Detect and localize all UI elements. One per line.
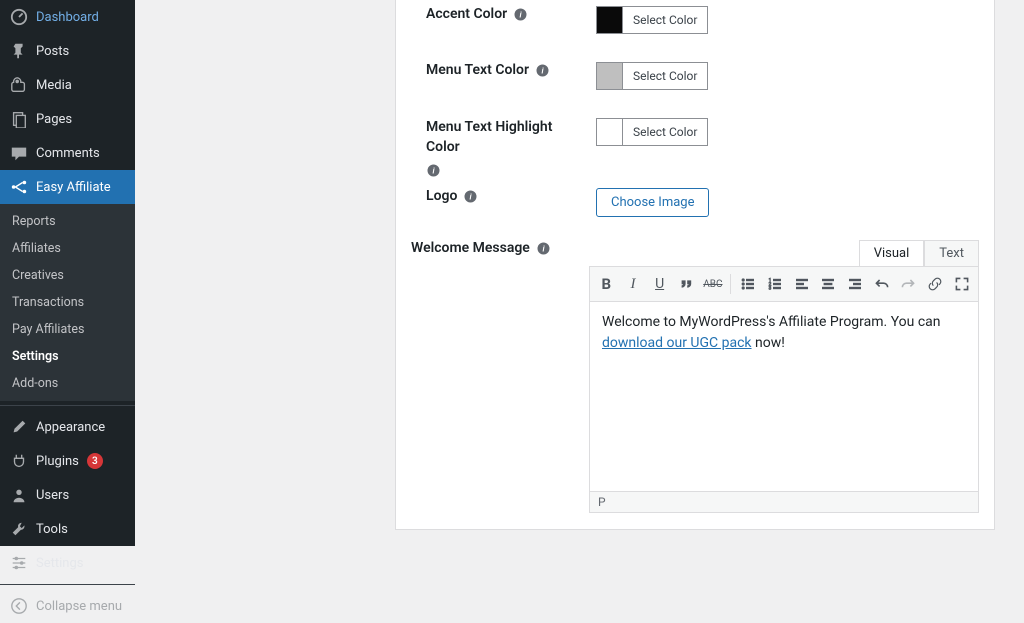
- welcome-message-label: Welcome Message i: [411, 240, 589, 256]
- svg-text:3: 3: [769, 286, 772, 292]
- sidebar-separator: [0, 584, 135, 585]
- menu-text-color-swatch: [597, 63, 623, 89]
- sidebar-sub-settings[interactable]: Settings: [0, 343, 135, 370]
- dashboard-icon: [10, 8, 28, 26]
- sliders-icon: [10, 554, 28, 572]
- media-icon: [10, 76, 28, 94]
- select-color-button[interactable]: Select Color: [623, 7, 707, 33]
- brush-icon: [10, 418, 28, 436]
- fullscreen-button[interactable]: [949, 271, 974, 297]
- label-text: Accent Color: [426, 6, 507, 22]
- sidebar-item-tools[interactable]: Tools: [0, 512, 135, 546]
- strikethrough-button[interactable]: ABC: [701, 271, 726, 297]
- editor-content[interactable]: Welcome to MyWordPress's Affiliate Progr…: [589, 302, 979, 492]
- bullet-list-button[interactable]: [736, 271, 761, 297]
- sidebar-sub-affiliates[interactable]: Affiliates: [0, 235, 135, 262]
- menu-text-highlight-color-label: Menu Text Highlight Color i: [426, 118, 596, 178]
- info-icon[interactable]: i: [535, 63, 550, 78]
- collapse-icon: [10, 597, 28, 615]
- sidebar-item-label: Dashboard: [36, 10, 99, 25]
- align-left-button[interactable]: [789, 271, 814, 297]
- editor-text: Welcome to MyWordPress's Affiliate Progr…: [602, 314, 941, 330]
- sidebar-item-dashboard[interactable]: Dashboard: [0, 0, 135, 34]
- editor-toolbar: B I U ABC 123: [589, 266, 979, 302]
- editor-text: now!: [752, 335, 785, 351]
- menu-text-highlight-color-swatch: [597, 119, 623, 145]
- label-text: Logo: [426, 188, 457, 204]
- settings-panel: Accent Color i Select Color Menu Text Co…: [395, 0, 995, 530]
- editor-link[interactable]: download our UGC pack: [602, 335, 752, 351]
- sidebar-item-settings[interactable]: Settings: [0, 546, 135, 580]
- sidebar-sub-creatives[interactable]: Creatives: [0, 262, 135, 289]
- underline-button[interactable]: U: [647, 271, 672, 297]
- bold-button[interactable]: B: [594, 271, 619, 297]
- info-icon[interactable]: i: [513, 7, 528, 22]
- link-button[interactable]: [923, 271, 948, 297]
- label-text: Menu Text Highlight Color: [426, 118, 576, 157]
- sidebar-item-label: Tools: [36, 522, 68, 537]
- user-icon: [10, 486, 28, 504]
- wrench-icon: [10, 520, 28, 538]
- plug-icon: [10, 452, 28, 470]
- accent-color-swatch: [597, 7, 623, 33]
- sidebar-item-label: Pages: [36, 112, 72, 127]
- sidebar-sub-pay-affiliates[interactable]: Pay Affiliates: [0, 316, 135, 343]
- menu-text-highlight-color-picker[interactable]: Select Color: [596, 118, 708, 146]
- pin-icon: [10, 42, 28, 60]
- sidebar-sub-addons[interactable]: Add-ons: [0, 370, 135, 397]
- toolbar-separator: [730, 274, 731, 294]
- sidebar-item-users[interactable]: Users: [0, 478, 135, 512]
- select-color-button[interactable]: Select Color: [623, 63, 707, 89]
- undo-button[interactable]: [869, 271, 894, 297]
- align-right-button[interactable]: [843, 271, 868, 297]
- sidebar-item-label: Users: [36, 488, 69, 503]
- sidebar-item-label: Settings: [36, 556, 83, 571]
- comment-icon: [10, 144, 28, 162]
- tab-text[interactable]: Text: [924, 240, 979, 266]
- choose-image-button[interactable]: Choose Image: [596, 188, 709, 217]
- select-color-button[interactable]: Select Color: [623, 119, 707, 145]
- sidebar-submenu: Reports Affiliates Creatives Transaction…: [0, 204, 135, 401]
- sidebar-item-label: Comments: [36, 146, 100, 161]
- accent-color-picker[interactable]: Select Color: [596, 6, 708, 34]
- sidebar-item-label: Easy Affiliate: [36, 180, 111, 195]
- sidebar-item-label: Appearance: [36, 420, 105, 435]
- sidebar-item-media[interactable]: Media: [0, 68, 135, 102]
- affiliate-icon: [10, 178, 28, 196]
- accent-color-label: Accent Color i: [426, 6, 596, 22]
- sidebar-sub-transactions[interactable]: Transactions: [0, 289, 135, 316]
- sidebar-item-label: Media: [36, 78, 72, 93]
- sidebar-item-label: Plugins: [36, 454, 79, 469]
- align-center-button[interactable]: [816, 271, 841, 297]
- sidebar-sub-reports[interactable]: Reports: [0, 208, 135, 235]
- sidebar-item-easy-affiliate[interactable]: Easy Affiliate: [0, 170, 135, 204]
- sidebar-item-label: Posts: [36, 44, 69, 59]
- numbered-list-button[interactable]: 123: [763, 271, 788, 297]
- sidebar-item-plugins[interactable]: Plugins 3: [0, 444, 135, 478]
- menu-text-color-picker[interactable]: Select Color: [596, 62, 708, 90]
- info-icon[interactable]: i: [463, 189, 478, 204]
- label-text: Welcome Message: [411, 240, 530, 256]
- editor-tabs: Visual Text: [589, 240, 979, 266]
- tab-visual[interactable]: Visual: [859, 240, 925, 266]
- pages-icon: [10, 110, 28, 128]
- sidebar-item-appearance[interactable]: Appearance: [0, 410, 135, 444]
- label-text: Menu Text Color: [426, 62, 529, 78]
- logo-label: Logo i: [426, 188, 596, 204]
- menu-text-color-label: Menu Text Color i: [426, 62, 596, 78]
- sidebar-separator: [0, 405, 135, 406]
- admin-sidebar: Dashboard Posts Media Pages Comments Eas…: [0, 0, 135, 546]
- sidebar-item-pages[interactable]: Pages: [0, 102, 135, 136]
- plugins-update-badge: 3: [87, 453, 103, 469]
- sidebar-collapse[interactable]: Collapse menu: [0, 589, 135, 623]
- info-icon[interactable]: i: [426, 163, 441, 178]
- italic-button[interactable]: I: [621, 271, 646, 297]
- redo-button[interactable]: [896, 271, 921, 297]
- sidebar-item-posts[interactable]: Posts: [0, 34, 135, 68]
- blockquote-button[interactable]: [674, 271, 699, 297]
- sidebar-item-comments[interactable]: Comments: [0, 136, 135, 170]
- sidebar-item-label: Collapse menu: [36, 599, 122, 614]
- editor-status-bar: P: [589, 492, 979, 513]
- info-icon[interactable]: i: [536, 241, 551, 256]
